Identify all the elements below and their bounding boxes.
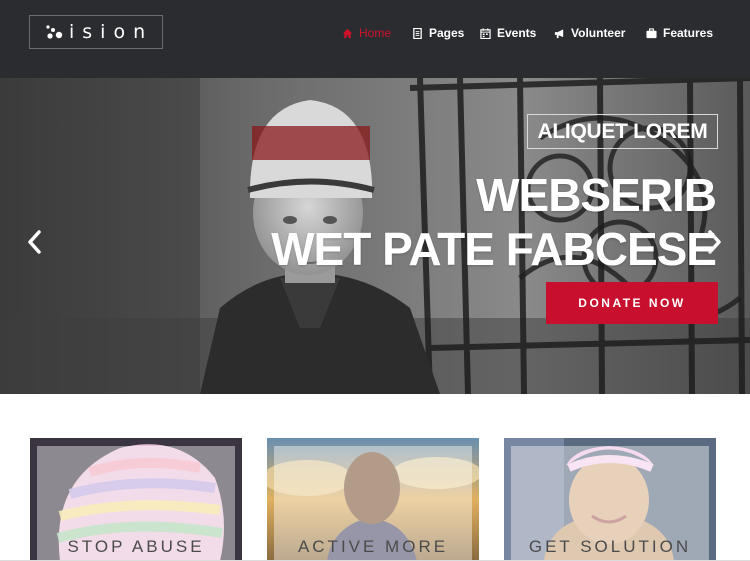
card-label-stop-abuse: STOP ABUSE [67, 537, 205, 556]
logo-text: ision [69, 21, 154, 43]
nav-label-home: Home [359, 26, 392, 40]
card-stop-abuse[interactable]: STOP ABUSE [30, 438, 242, 561]
nav-label-pages: Pages [429, 26, 465, 40]
document-icon [413, 27, 422, 39]
nav-item-pages[interactable]: Pages [412, 25, 464, 41]
hero-title-line-1: WEBSERIB [476, 169, 717, 221]
site-logo[interactable]: ision [29, 15, 163, 49]
card-get-solution[interactable]: GET SOLUTION [504, 438, 716, 561]
hero-slider: ALIQUET LOREM WEBSERIB WET PATE FABCESE … [0, 78, 750, 394]
nav-label-events: Events [497, 26, 537, 40]
nav-item-events[interactable]: Events [480, 25, 536, 41]
card-label-active-more: ACTIVE MORE [297, 537, 449, 556]
nav-item-features[interactable]: Features [646, 25, 713, 41]
slider-prev-arrow-icon[interactable] [25, 228, 45, 256]
hero-tag: ALIQUET LOREM [527, 114, 718, 149]
nav-label-volunteer: Volunteer [571, 26, 626, 40]
hero-title: WEBSERIB WET PATE FABCESE [271, 168, 717, 276]
briefcase-icon [646, 27, 657, 38]
calendar-icon [480, 27, 491, 39]
card-active-more[interactable]: ACTIVE MORE [267, 438, 479, 561]
nav-item-volunteer[interactable]: Volunteer [554, 25, 625, 41]
donate-now-button[interactable]: DONATE NOW [546, 282, 718, 324]
card-label-get-solution: GET SOLUTION [528, 537, 692, 556]
site-header: ision Home Pages Events Volunteer Featur… [0, 0, 750, 78]
hero-title-line-2: WET PATE FABCESE [271, 223, 717, 275]
megaphone-icon [554, 28, 564, 38]
nav-label-features: Features [663, 26, 714, 40]
home-icon [342, 28, 353, 38]
nav-item-home[interactable]: Home [342, 25, 391, 41]
logo-dots-icon [46, 25, 63, 39]
